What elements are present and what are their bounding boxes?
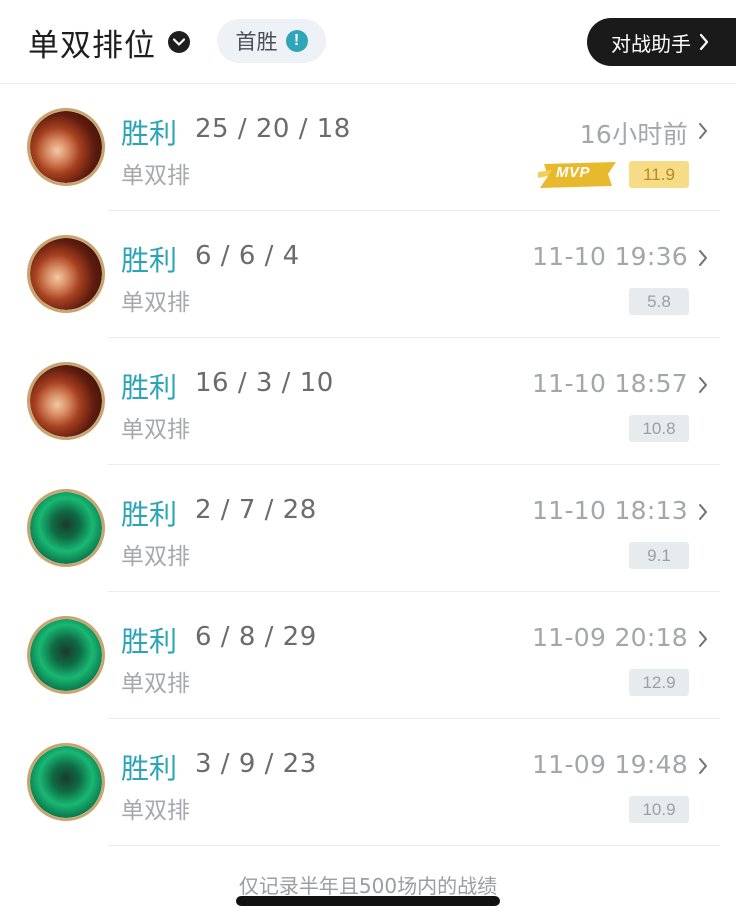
home-indicator (236, 896, 500, 906)
match-time: 11-09 20:18 (532, 623, 688, 652)
history-limit-note: 仅记录半年且500场内的战绩 (238, 874, 498, 898)
match-row[interactable]: 胜利 16 / 3 / 10 单双排 11-10 18:57 10.8 (0, 338, 736, 465)
match-queue-type: 单双排 (121, 417, 190, 443)
champion-avatar (27, 235, 105, 313)
top-bar: 单双排位 首胜 ! 对战助手 (0, 0, 736, 84)
match-score: 5.8 (629, 288, 689, 315)
chevron-right-icon (698, 503, 708, 521)
match-score: 10.8 (629, 415, 689, 442)
first-win-button[interactable]: 首胜 ! (217, 19, 326, 63)
match-row[interactable]: 胜利 6 / 8 / 29 单双排 11-09 20:18 12.9 (0, 592, 736, 719)
champion-avatar (27, 616, 105, 694)
match-kda: 2 / 7 / 28 (195, 495, 317, 525)
match-score: 11.9 (629, 161, 689, 188)
match-result: 胜利 (121, 625, 178, 658)
match-score: 10.9 (629, 796, 689, 823)
match-time: 11-10 18:57 (532, 369, 688, 398)
match-queue-type: 单双排 (121, 290, 190, 316)
chevron-down-icon (168, 31, 190, 53)
chevron-right-icon (698, 757, 708, 775)
match-kda: 25 / 20 / 18 (195, 114, 351, 144)
chevron-right-icon (698, 376, 708, 394)
match-queue-type: 单双排 (121, 671, 190, 697)
match-result: 胜利 (121, 117, 178, 150)
champion-avatar (27, 108, 105, 186)
match-result: 胜利 (121, 752, 178, 785)
info-icon: ! (285, 30, 308, 52)
match-score: 12.9 (629, 669, 689, 696)
match-kda: 3 / 9 / 23 (195, 749, 317, 779)
match-queue-type: 单双排 (121, 544, 190, 570)
match-row[interactable]: 胜利 25 / 20 / 18 单双排 16小时前 MVP 11.9 (0, 84, 736, 211)
chevron-right-icon (698, 122, 708, 140)
match-row[interactable]: 胜利 3 / 9 / 23 单双排 11-09 19:48 10.9 (0, 719, 736, 846)
mvp-badge: MVP (538, 158, 618, 190)
mvp-label: MVP (556, 164, 591, 181)
match-result: 胜利 (121, 371, 178, 404)
match-time: 11-10 19:36 (532, 242, 688, 271)
match-result: 胜利 (121, 244, 178, 277)
row-divider (108, 845, 720, 846)
battle-assistant-button[interactable]: 对战助手 (587, 18, 736, 66)
battle-assistant-label: 对战助手 (611, 31, 691, 56)
champion-avatar (27, 743, 105, 821)
champion-avatar (27, 362, 105, 440)
queue-title: 单双排位 (28, 27, 156, 64)
match-kda: 6 / 8 / 29 (195, 622, 317, 652)
chevron-right-icon (698, 630, 708, 648)
match-queue-type: 单双排 (121, 798, 190, 824)
first-win-label: 首胜 (235, 30, 278, 54)
match-time: 11-09 19:48 (532, 750, 688, 779)
queue-selector[interactable]: 单双排位 (28, 20, 190, 64)
match-history-list: 胜利 25 / 20 / 18 单双排 16小时前 MVP 11.9 胜利 6 … (0, 84, 736, 846)
match-time: 11-10 18:13 (532, 496, 688, 525)
match-row[interactable]: 胜利 2 / 7 / 28 单双排 11-10 18:13 9.1 (0, 465, 736, 592)
match-time: 16小时前 (579, 120, 688, 149)
match-result: 胜利 (121, 498, 178, 531)
chevron-right-icon (698, 249, 708, 267)
champion-avatar (27, 489, 105, 567)
match-queue-type: 单双排 (121, 163, 190, 189)
chevron-right-icon (699, 33, 709, 51)
match-kda: 6 / 6 / 4 (195, 241, 300, 271)
match-score: 9.1 (629, 542, 689, 569)
match-row[interactable]: 胜利 6 / 6 / 4 单双排 11-10 19:36 5.8 (0, 211, 736, 338)
match-kda: 16 / 3 / 10 (195, 368, 334, 398)
